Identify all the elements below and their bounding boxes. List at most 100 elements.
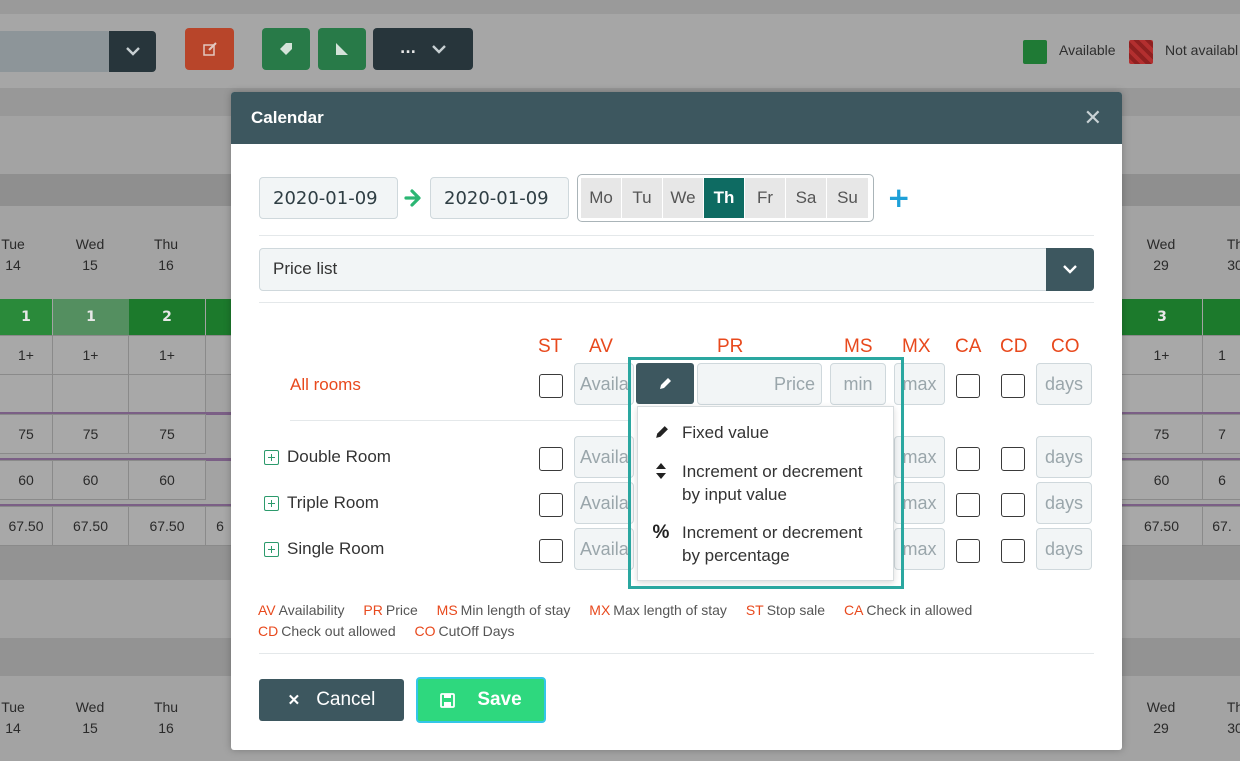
bg-price-cell: 6 [1202, 460, 1240, 500]
cutoff-days-input[interactable]: days [1036, 363, 1092, 405]
bg-minstay-cell: 1+ [0, 335, 53, 375]
menu-item-fixed-value[interactable]: Fixed value [638, 421, 893, 444]
check-out-checkbox[interactable] [1001, 447, 1025, 471]
availability-input[interactable]: Availa [574, 528, 634, 570]
bg-empty-cell [52, 374, 129, 414]
bg-day-header: Wed 15 [75, 236, 105, 273]
bg-empty-cell [1202, 374, 1240, 414]
legend-available-label: Available [1059, 42, 1116, 58]
menu-item-increment-value[interactable]: Increment or decrement by input value [638, 460, 893, 506]
weekday-th[interactable]: Th [704, 178, 745, 218]
weekday-tu[interactable]: Tu [622, 178, 663, 218]
more-dots-label: ... [400, 41, 416, 57]
cutoff-days-input[interactable]: days [1036, 482, 1092, 524]
bg-minstay-cell: 1+ [128, 335, 206, 375]
bg-day-header: Thu 16 [153, 699, 179, 736]
bg-property-select[interactable] [0, 31, 110, 72]
bg-availability-cell: 3 [1122, 299, 1202, 335]
check-in-checkbox[interactable] [956, 374, 980, 398]
divider [259, 235, 1094, 236]
bg-edit-button[interactable] [185, 28, 234, 70]
bg-availability-cell [1203, 299, 1240, 335]
bg-empty-cell [128, 374, 206, 414]
bg-price-cell: 67.50 [52, 506, 129, 546]
availability-input[interactable]: Availa [574, 436, 634, 478]
menu-item-increment-percentage[interactable]: % Increment or decrement by percentage [638, 521, 893, 567]
check-in-checkbox[interactable] [956, 493, 980, 517]
bg-availability-cell: 2 [129, 299, 205, 335]
bg-price-cell: 60 [52, 460, 129, 500]
col-head-ms: MS [844, 336, 873, 357]
weekday-su[interactable]: Su [827, 178, 868, 218]
bg-more-button[interactable]: ... [373, 28, 473, 70]
check-in-checkbox[interactable] [956, 447, 980, 471]
check-out-checkbox[interactable] [1001, 539, 1025, 563]
price-list-select[interactable]: Price list [259, 248, 1094, 291]
check-out-checkbox[interactable] [1001, 374, 1025, 398]
price-list-label: Price list [273, 259, 338, 278]
close-icon: ✕ [287, 692, 301, 709]
row-label-single-room[interactable]: Single Room [264, 539, 384, 559]
bg-tag-button[interactable] [262, 28, 310, 70]
bg-price-cell: 67.50 [128, 506, 206, 546]
row-label-all-rooms: All rooms [290, 375, 361, 394]
check-in-checkbox[interactable] [956, 539, 980, 563]
col-head-st: ST [538, 336, 563, 357]
bg-day-header: Thu 16 [153, 236, 179, 273]
floppy-disk-icon [440, 692, 456, 708]
divider [259, 653, 1094, 654]
cutoff-days-input[interactable]: days [1036, 528, 1092, 570]
max-stay-input[interactable]: max [894, 363, 945, 405]
divider [259, 302, 1094, 303]
col-head-cd: CD [1000, 336, 1028, 357]
close-icon[interactable]: ✕ [1084, 106, 1102, 131]
date-from-input[interactable]: 2020-01-09 [259, 177, 398, 219]
col-head-ca: CA [955, 336, 982, 357]
stop-sale-checkbox[interactable] [539, 493, 563, 517]
add-period-plus-icon[interactable]: + [887, 184, 910, 212]
bg-day-header: Tue 14 [1, 699, 25, 736]
availability-input[interactable]: Availa [574, 482, 634, 524]
bg-price-cell: 75 [1120, 414, 1203, 454]
chevron-down-icon[interactable] [1046, 248, 1094, 291]
bg-ruler-button[interactable] [318, 28, 366, 70]
percent-icon: % [652, 522, 670, 543]
row-label-double-room[interactable]: Double Room [264, 447, 391, 467]
bg-minstay-cell: 1 [1202, 335, 1240, 375]
max-stay-input[interactable]: max [894, 482, 945, 524]
legend-not-available-label: Not availabl [1165, 42, 1239, 58]
expand-plus-icon[interactable] [264, 495, 279, 511]
bg-price-cell: 67.50 [1120, 506, 1203, 546]
price-input[interactable]: Price [697, 363, 822, 405]
bg-price-cell: 67.50 [0, 506, 53, 546]
row-label-triple-room[interactable]: Triple Room [264, 493, 379, 513]
date-to-input[interactable]: 2020-01-09 [430, 177, 569, 219]
bg-price-cell: 60 [0, 460, 53, 500]
save-button[interactable]: Save [416, 677, 546, 723]
tag-icon [280, 43, 292, 55]
abbreviation-legend: AV Availability PR Price MS Min length of s… [258, 602, 973, 618]
max-stay-input[interactable]: max [894, 528, 945, 570]
availability-input[interactable]: Availa [574, 363, 634, 405]
bg-day-header: Th 30 [1226, 236, 1240, 273]
expand-plus-icon[interactable] [264, 449, 279, 465]
legend-available-swatch [1023, 40, 1047, 64]
stop-sale-checkbox[interactable] [539, 539, 563, 563]
weekday-we[interactable]: We [663, 178, 704, 218]
expand-plus-icon[interactable] [264, 541, 279, 557]
price-mode-button[interactable] [636, 363, 694, 404]
abbreviation-legend-line2: CD Check out allowed CO CutOff Days [258, 623, 515, 639]
max-stay-input[interactable]: max [894, 436, 945, 478]
bg-availability-cell [206, 299, 231, 335]
cancel-button[interactable]: ✕ Cancel [259, 679, 404, 721]
pencil-icon [652, 421, 670, 444]
bg-select-chevron-icon[interactable] [109, 31, 156, 72]
weekday-mo[interactable]: Mo [581, 178, 622, 218]
min-stay-input[interactable]: min [830, 363, 886, 405]
stop-sale-checkbox[interactable] [539, 447, 563, 471]
check-out-checkbox[interactable] [1001, 493, 1025, 517]
cutoff-days-input[interactable]: days [1036, 436, 1092, 478]
weekday-fr[interactable]: Fr [745, 178, 786, 218]
weekday-sa[interactable]: Sa [786, 178, 827, 218]
stop-sale-checkbox[interactable] [539, 374, 563, 398]
